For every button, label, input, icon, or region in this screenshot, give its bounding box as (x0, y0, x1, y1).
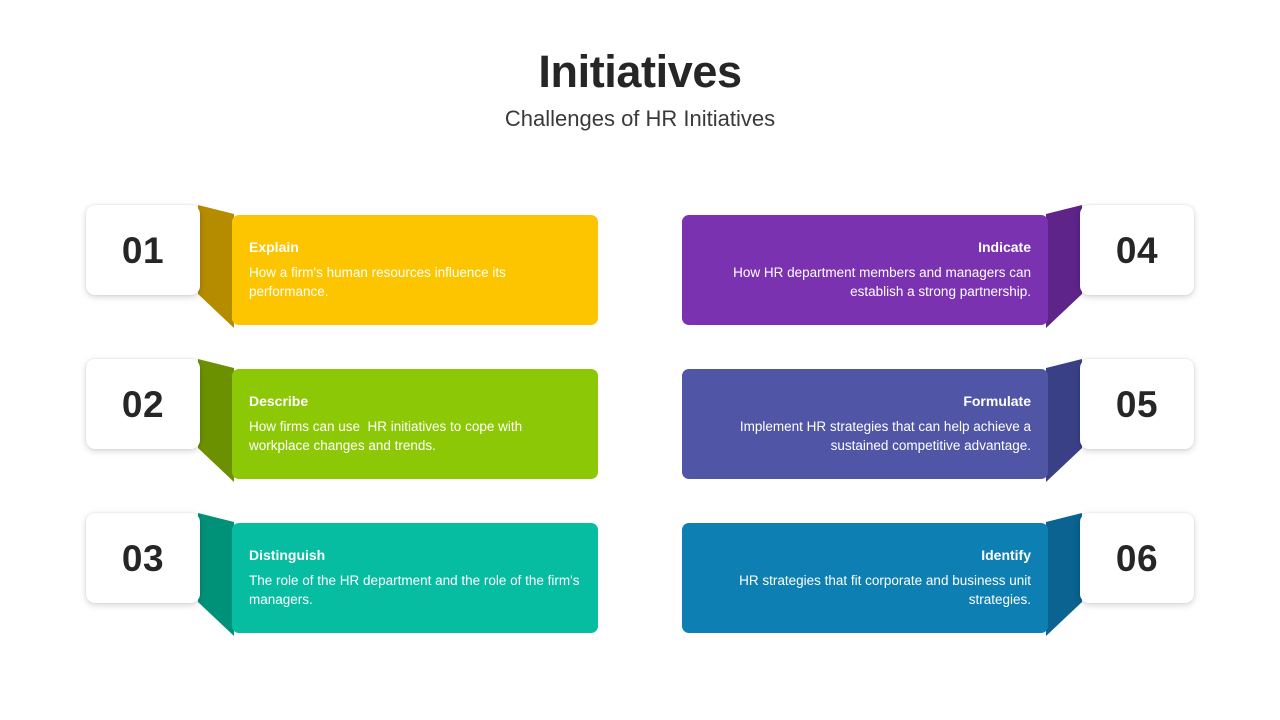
initiative-item-03[interactable]: 03 Distinguish The role of the HR depart… (86, 511, 598, 636)
initiative-number-card-06: 06 (1080, 513, 1194, 603)
initiative-panel-01[interactable]: Explain How a firm's human resources inf… (232, 215, 598, 325)
fold-shape (198, 205, 234, 328)
initiative-description-03: The role of the HR department and the ro… (249, 572, 584, 607)
initiative-fold-05 (1046, 357, 1082, 482)
fold-shape (1046, 359, 1082, 482)
initiative-panel-05[interactable]: Formulate Implement HR strategies that c… (682, 369, 1048, 479)
initiative-title-05: Formulate (963, 393, 1031, 410)
initiatives-list: 01 Explain How a firm's human resources … (0, 0, 1280, 720)
initiative-title-02: Describe (249, 393, 309, 410)
fold-shape (1046, 205, 1082, 328)
initiative-number-06: 06 (1115, 537, 1159, 579)
initiative-number-card-02: 02 (86, 359, 200, 449)
initiative-panel-06[interactable]: Identify HR strategies that fit corporat… (682, 523, 1048, 633)
initiative-number-04: 04 (1115, 229, 1159, 271)
initiative-fold-01 (198, 203, 234, 328)
fold-shape (1046, 513, 1082, 636)
initiative-number-card-04: 04 (1080, 205, 1194, 295)
initiative-number-03: 03 (121, 537, 165, 579)
initiative-title-03: Distinguish (249, 547, 326, 564)
initiative-item-06[interactable]: 06 Identify HR strategies that fit corpo… (682, 511, 1194, 636)
initiative-item-02[interactable]: 02 Describe How firms can use HR initiat… (86, 357, 598, 482)
initiative-description-04: How HR department members and managers c… (733, 264, 1035, 299)
initiative-title-06: Identify (981, 547, 1031, 564)
initiative-description-02: How firms can use HR initiatives to cope… (249, 418, 526, 453)
initiative-title-01: Explain (249, 239, 299, 256)
initiative-description-06: HR strategies that fit corporate and bus… (739, 572, 1035, 607)
fold-shape (198, 513, 234, 636)
initiative-fold-03 (198, 511, 234, 636)
initiative-panel-04[interactable]: Indicate How HR department members and m… (682, 215, 1048, 325)
initiative-item-01[interactable]: 01 Explain How a firm's human resources … (86, 203, 598, 328)
initiative-number-02: 02 (121, 383, 165, 425)
initiative-panel-03[interactable]: Distinguish The role of the HR departmen… (232, 523, 598, 633)
initiative-number-card-05: 05 (1080, 359, 1194, 449)
initiative-title-04: Indicate (978, 239, 1031, 256)
initiative-fold-06 (1046, 511, 1082, 636)
initiative-number-05: 05 (1115, 383, 1159, 425)
initiative-panel-02[interactable]: Describe How firms can use HR initiative… (232, 369, 598, 479)
initiative-number-card-01: 01 (86, 205, 200, 295)
initiative-description-05: Implement HR strategies that can help ac… (739, 418, 1035, 453)
fold-shape (198, 359, 234, 482)
initiative-item-04[interactable]: 04 Indicate How HR department members an… (682, 203, 1194, 328)
initiative-number-card-03: 03 (86, 513, 200, 603)
initiative-fold-02 (198, 357, 234, 482)
initiative-description-01: How a firm's human resources influence i… (249, 264, 510, 299)
initiative-item-05[interactable]: 05 Formulate Implement HR strategies tha… (682, 357, 1194, 482)
initiative-fold-04 (1046, 203, 1082, 328)
initiative-number-01: 01 (121, 229, 165, 271)
